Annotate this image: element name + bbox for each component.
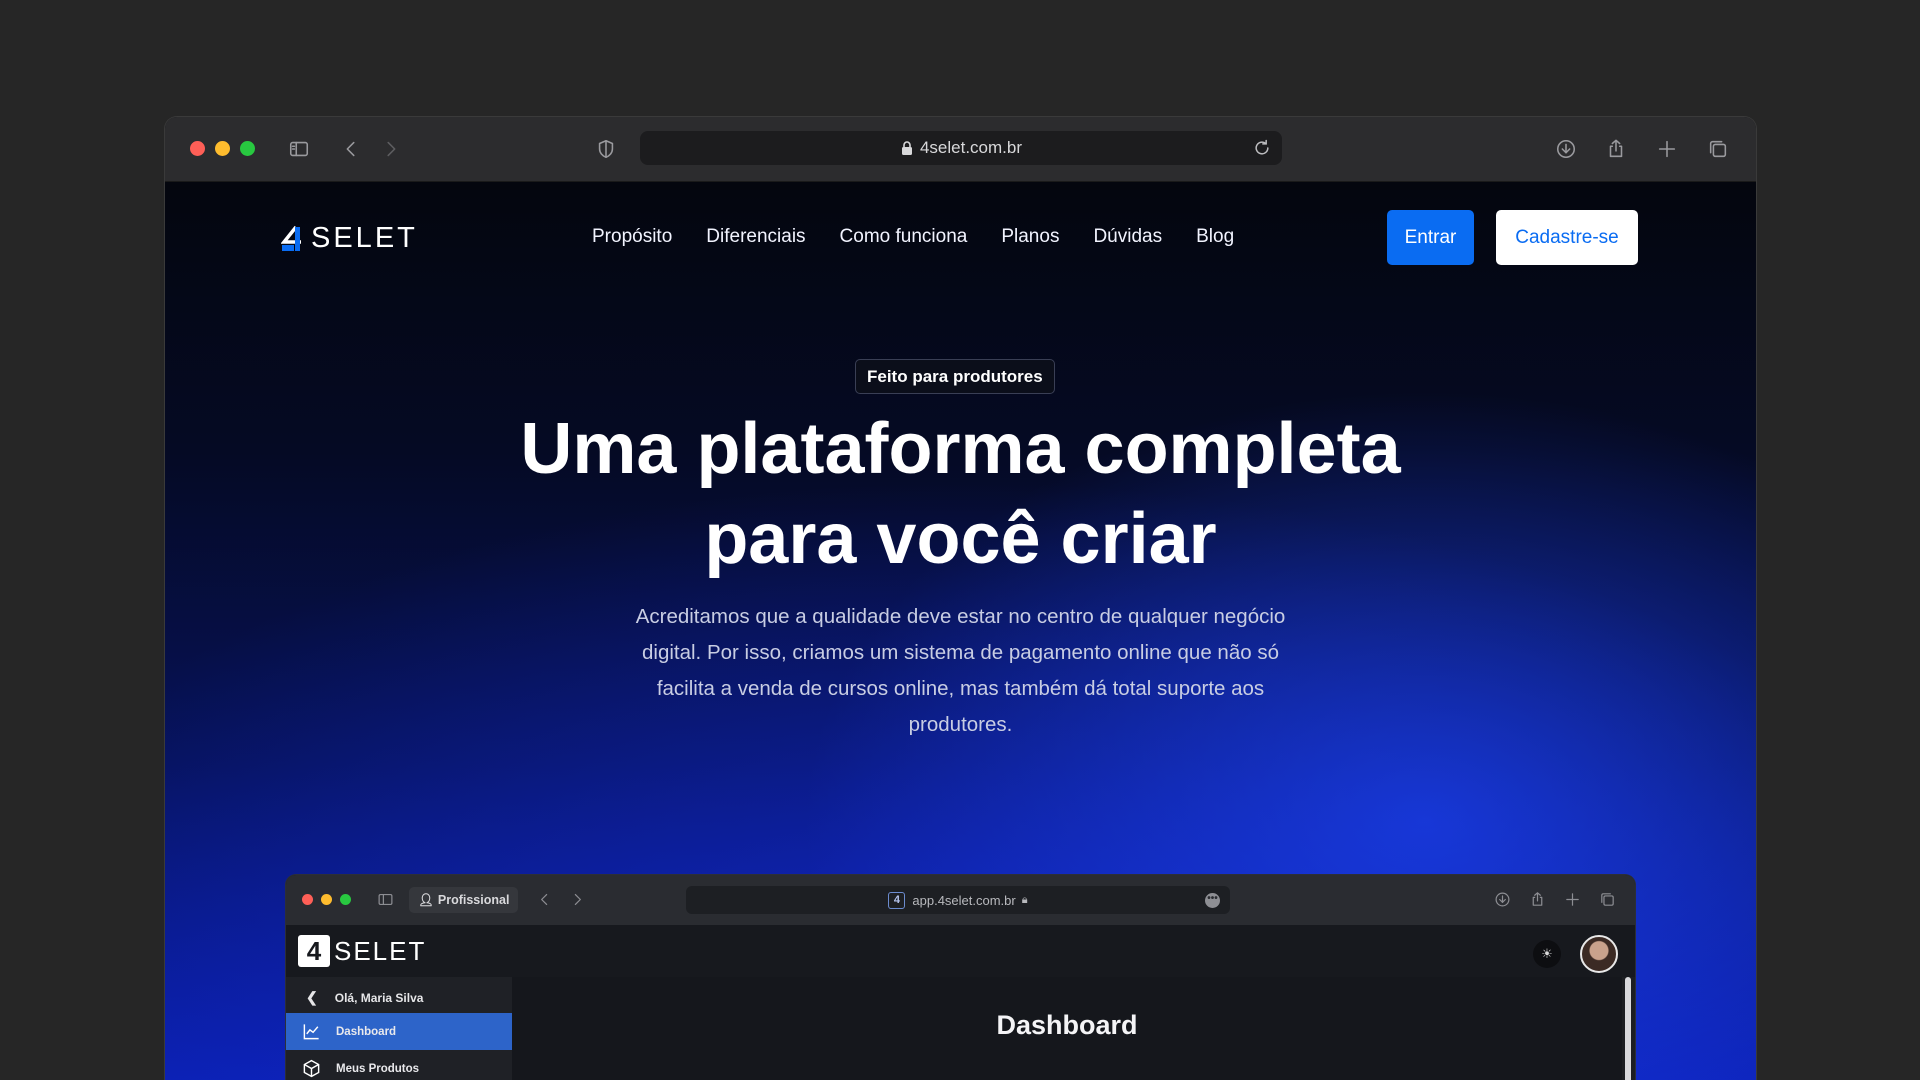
share-icon[interactable] (1602, 135, 1630, 163)
sidebar-toggle-icon[interactable] (285, 135, 313, 163)
login-button[interactable]: Entrar (1387, 210, 1474, 265)
profile-pill: 👤︎ Profissional (409, 887, 519, 913)
app-logo: 4 SELET (298, 935, 426, 967)
favicon-icon: 4 (888, 891, 906, 909)
app-logo-text: SELET (334, 935, 427, 966)
sidebar-item-meus-produtos: Meus Produtos (286, 1050, 512, 1080)
sidebar-item-label: Meus Produtos (336, 1062, 420, 1075)
nav-proposito[interactable]: Propósito (592, 226, 672, 248)
preview-back-icon (533, 888, 555, 910)
sidebar-item-label: Dashboard (336, 1025, 397, 1038)
profile-label: Profissional (437, 893, 510, 907)
zoom-window-button[interactable] (240, 141, 255, 156)
browser-titlebar: 4selet.com.br (165, 117, 1756, 182)
hero-title: Uma plataforma completa para você criar (165, 404, 1756, 584)
app-main: Dashboard (512, 977, 1622, 1080)
chevron-left-icon: ❮ (306, 989, 318, 1005)
preview-url: app.4selet.com.br (912, 892, 1016, 908)
preview-close-dot (302, 894, 313, 905)
box-icon (303, 1059, 320, 1078)
close-window-button[interactable] (190, 141, 205, 156)
nav-como-funciona[interactable]: Como funciona (840, 226, 968, 248)
preview-zoom-dot (340, 894, 351, 905)
download-icon[interactable] (1552, 135, 1580, 163)
more-icon: ••• (1205, 893, 1220, 908)
site-logo[interactable]: SELET (281, 222, 418, 255)
preview-plus-icon (1561, 888, 1583, 910)
back-arrow-icon[interactable] (337, 135, 365, 163)
hero-title-line2: para você criar (704, 499, 1217, 579)
avatar (1580, 935, 1618, 973)
hero-title-highlight: completa (1084, 404, 1401, 494)
app-logo-mark-icon: 4 (298, 935, 330, 967)
minimize-window-button[interactable] (215, 141, 230, 156)
nav-diferenciais[interactable]: Diferenciais (706, 226, 805, 248)
logo-mark-icon (281, 225, 301, 251)
person-icon: 👤︎ (418, 892, 434, 907)
tab-overview-icon[interactable] (1704, 135, 1732, 163)
forward-arrow-icon[interactable] (377, 135, 405, 163)
nav-planos[interactable]: Planos (1001, 226, 1059, 248)
nav-duvidas[interactable]: Dúvidas (1093, 226, 1162, 248)
browser-window: 4selet.com.br SELET Propósito Diferencia… (165, 117, 1756, 1080)
preview-share-icon (1526, 888, 1548, 910)
chart-icon (303, 1024, 319, 1040)
page-title: Dashboard (996, 1010, 1138, 1040)
highlight-word: completa (1084, 409, 1401, 489)
reload-icon[interactable] (1252, 138, 1272, 158)
preview-forward-icon (566, 888, 588, 910)
landing-page: SELET Propósito Diferenciais Como funcio… (165, 182, 1756, 1080)
preview-address-bar: 4 app.4selet.com.br 🔒︎ ••• (686, 886, 1230, 914)
preview-sidebar-icon (374, 888, 396, 910)
new-tab-plus-icon[interactable] (1653, 135, 1681, 163)
preview-scrollbar (1622, 977, 1635, 1080)
hero-title-part: Uma plataforma (520, 409, 1085, 489)
sidebar-item-dashboard: Dashboard (286, 1013, 512, 1050)
preview-download-icon (1491, 888, 1513, 910)
lock-icon: 🔒︎ (1021, 893, 1028, 906)
logo-text: SELET (311, 222, 418, 254)
scrollbar-thumb (1625, 977, 1631, 1080)
app-sidebar: ❮ Olá, Maria Silva Dashboard Meus Produt… (286, 977, 512, 1080)
theme-toggle-icon: ☀︎ (1533, 940, 1561, 968)
preview-tabs-icon (1596, 888, 1618, 910)
lock-icon (901, 141, 912, 155)
main-nav: Propósito Diferenciais Como funciona Pla… (592, 226, 1234, 248)
preview-titlebar: 👤︎ Profissional 4 app.4selet.com.br 🔒︎ •… (286, 875, 1635, 925)
hero-subtitle: Acreditamos que a qualidade deve estar n… (635, 605, 1286, 736)
address-url: 4selet.com.br (919, 138, 1023, 157)
sidebar-greeting: ❮ Olá, Maria Silva (306, 989, 423, 1006)
nav-blog[interactable]: Blog (1196, 226, 1234, 248)
app-preview-window: 👤︎ Profissional 4 app.4selet.com.br 🔒︎ •… (286, 875, 1635, 1080)
privacy-shield-icon[interactable] (592, 135, 620, 163)
address-bar[interactable]: 4selet.com.br (640, 131, 1282, 165)
app-header (286, 925, 1635, 977)
preview-minimize-dot (321, 894, 332, 905)
hero-badge: Feito para produtores (855, 359, 1055, 394)
signup-button[interactable]: Cadastre-se (1496, 210, 1638, 265)
greeting-text: Olá, Maria Silva (334, 990, 424, 1005)
